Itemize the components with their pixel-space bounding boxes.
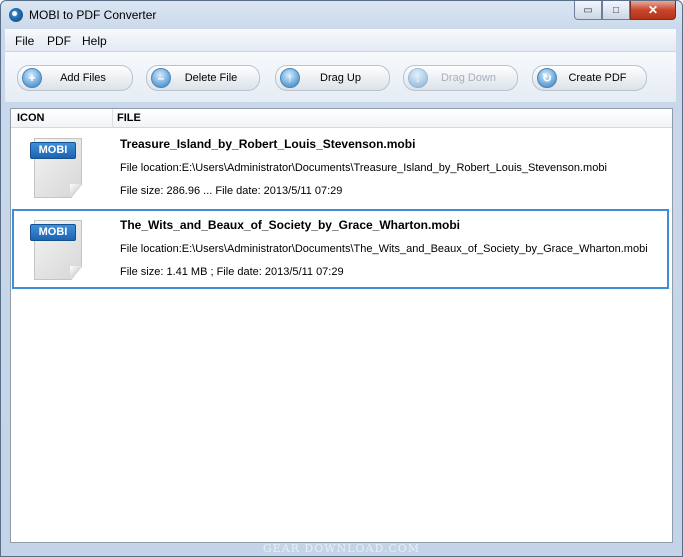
menu-pdf[interactable]: PDF [47,34,71,48]
plus-icon: + [22,68,42,88]
arrow-down-icon: ↓ [408,68,428,88]
file-info: File size: 1.41 MB ; File date: 2013/5/1… [120,266,344,278]
drag-down-label: Drag Down [440,72,497,84]
close-button[interactable]: ✕ [630,1,676,20]
app-icon [9,8,23,22]
window-controls: ▭ □ ✕ [574,1,676,21]
maximize-icon: □ [612,4,620,16]
mobi-file-icon: MOBI [30,220,84,280]
minimize-icon: ▭ [583,4,593,16]
list-header: ICON FILE [11,109,672,128]
file-list[interactable]: ICON FILE MOBI Treasure_Island_by_Robert… [10,108,673,543]
drag-up-button[interactable]: ↑ Drag Up [275,65,390,91]
maximize-button[interactable]: □ [602,1,630,20]
title-bar[interactable]: MOBI to PDF Converter ▭ □ ✕ [1,1,682,29]
toolbar: + Add Files – Delete File ↑ Drag Up ↓ Dr… [5,52,676,102]
add-files-label: Add Files [60,72,106,84]
app-window: MOBI to PDF Converter ▭ □ ✕ File PDF Hel… [0,0,683,557]
delete-file-label: Delete File [184,72,238,84]
close-icon: ✕ [647,3,659,17]
file-location: File location:E:\Users\Administrator\Doc… [120,243,648,255]
file-info: File size: 286.96 ... File date: 2013/5/… [120,185,343,197]
menu-file[interactable]: File [15,34,34,48]
delete-file-button[interactable]: – Delete File [146,65,260,91]
add-files-button[interactable]: + Add Files [17,65,133,91]
file-name: Treasure_Island_by_Robert_Louis_Stevenso… [120,137,416,151]
file-row[interactable]: MOBI Treasure_Island_by_Robert_Louis_Ste… [13,129,668,205]
column-header-file[interactable]: FILE [117,112,141,124]
file-row-selected[interactable]: MOBI The_Wits_and_Beaux_of_Society_by_Gr… [12,209,669,289]
doc-fold [70,184,82,196]
watermark: GEAR DOWNLOAD.COM [262,542,421,555]
drag-down-button[interactable]: ↓ Drag Down [403,65,518,91]
menu-bar: File PDF Help [5,29,676,52]
mobi-badge: MOBI [30,224,76,241]
file-name: The_Wits_and_Beaux_of_Society_by_Grace_W… [120,218,460,232]
column-separator[interactable] [112,109,113,127]
refresh-icon: ↻ [537,68,557,88]
create-pdf-label: Create PDF [568,72,627,84]
mobi-badge: MOBI [30,142,76,159]
minimize-button[interactable]: ▭ [574,1,602,20]
mobi-file-icon: MOBI [30,138,84,198]
create-pdf-button[interactable]: ↻ Create PDF [532,65,647,91]
drag-up-label: Drag Up [320,72,361,84]
minus-icon: – [151,68,171,88]
window-title: MOBI to PDF Converter [29,8,157,22]
column-header-icon[interactable]: ICON [17,112,45,124]
menu-help[interactable]: Help [82,34,107,48]
file-location: File location:E:\Users\Administrator\Doc… [120,162,607,174]
arrow-up-icon: ↑ [280,68,300,88]
